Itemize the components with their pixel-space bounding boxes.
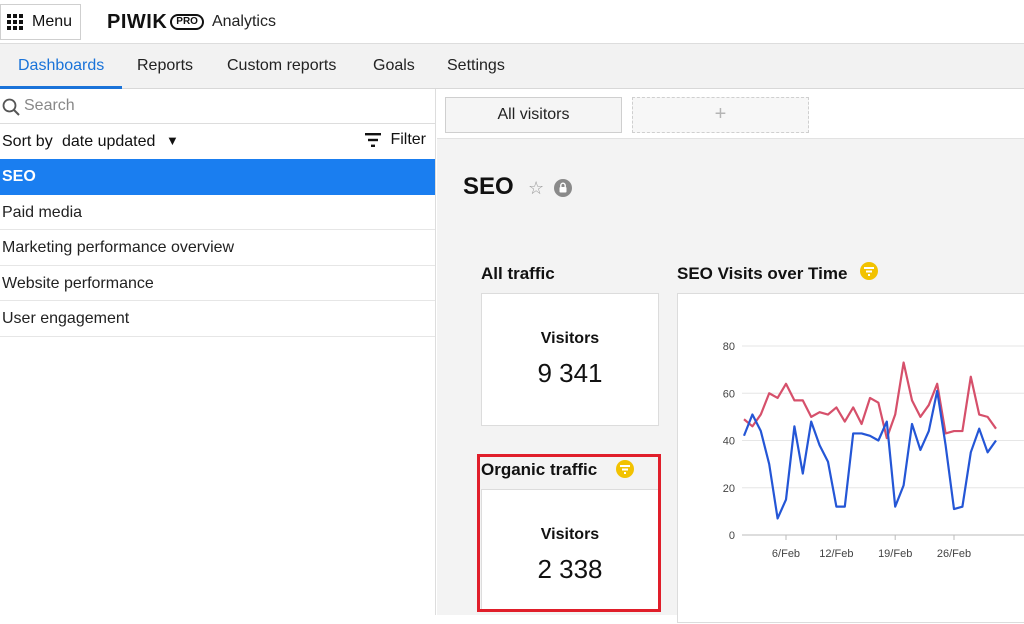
brand-pro-badge: PRO (170, 14, 204, 30)
metric-value: 9 341 (537, 358, 603, 388)
grid-menu-icon (7, 14, 23, 30)
brand-app-name: Analytics (211, 13, 276, 30)
main-navigation: Dashboards Reports Custom reports Goals … (0, 44, 1024, 89)
dashboard-item-paid-media[interactable]: Paid media (0, 195, 435, 231)
widget-all-traffic: Visitors 9 341 (481, 293, 659, 426)
y-tick-label: 0 (729, 530, 735, 542)
segment-filter-badge-icon[interactable] (860, 262, 878, 280)
brand-wordmark: PIWIK (107, 10, 168, 33)
x-tick-label: 12/Feb (819, 548, 853, 560)
filter-icon (365, 133, 382, 147)
sort-row: Sort by date updated ▼ Filter (0, 125, 436, 159)
lock-icon (554, 179, 572, 197)
widget-title-seo-visits: SEO Visits over Time (677, 264, 848, 283)
chevron-down-icon[interactable]: ▼ (166, 133, 179, 148)
y-tick-label: 20 (723, 483, 735, 495)
y-tick-label: 60 (723, 388, 735, 400)
menu-label: Menu (32, 13, 73, 30)
line-chart: 0 20 40 60 80 6/Feb 12/Feb 19/Feb 26/Feb (723, 341, 1024, 560)
filter-button[interactable]: Filter (365, 131, 426, 149)
x-tick-label: 26/Feb (937, 548, 971, 560)
dashboard-sidebar: Sort by date updated ▼ Filter SEO Paid m… (0, 89, 436, 615)
search-bar (0, 89, 436, 124)
x-tick-label: 19/Feb (878, 548, 912, 560)
tab-reports[interactable]: Reports (137, 44, 193, 89)
dashboard-item-website-performance[interactable]: Website performance (0, 266, 435, 302)
page-title: SEO (463, 173, 514, 200)
filter-label: Filter (390, 131, 426, 148)
series-line-1[interactable] (742, 389, 997, 520)
add-segment-button[interactable]: + (632, 97, 809, 133)
sort-label: Sort by (2, 133, 53, 150)
x-tick-label: 6/Feb (772, 548, 800, 560)
star-icon[interactable]: ☆ (528, 178, 544, 199)
search-icon (2, 98, 20, 116)
tab-settings[interactable]: Settings (447, 44, 505, 89)
dashboard-list: SEO Paid media Marketing performance ove… (0, 159, 435, 337)
widget-seo-visits-chart: 0 20 40 60 80 6/Feb 12/Feb 19/Feb 26/Feb (677, 293, 1024, 623)
highlight-box (477, 454, 661, 612)
dashboard-item-marketing-performance[interactable]: Marketing performance overview (0, 230, 435, 266)
top-bar: Menu PIWIK PRO Analytics (0, 0, 1024, 44)
dashboard-item-user-engagement[interactable]: User engagement (0, 301, 435, 337)
tab-custom-reports[interactable]: Custom reports (227, 44, 336, 89)
search-input[interactable] (24, 94, 424, 118)
piwik-pro-logo[interactable]: PIWIK PRO Analytics (107, 10, 276, 34)
y-tick-label: 80 (723, 341, 735, 353)
y-tick-label: 40 (723, 436, 735, 448)
series-line-0[interactable] (743, 361, 997, 440)
tab-goals[interactable]: Goals (373, 44, 415, 89)
metric-label: Visitors (540, 330, 600, 347)
tab-dashboards[interactable]: Dashboards (0, 44, 123, 89)
widget-title-all-traffic: All traffic (481, 264, 555, 283)
dashboard-item-seo[interactable]: SEO (0, 159, 435, 195)
segment-all-visitors[interactable]: All visitors (445, 97, 622, 133)
segment-bar: All visitors + (437, 89, 1024, 139)
menu-button[interactable]: Menu (0, 4, 81, 40)
sort-dropdown[interactable]: date updated (62, 133, 155, 151)
